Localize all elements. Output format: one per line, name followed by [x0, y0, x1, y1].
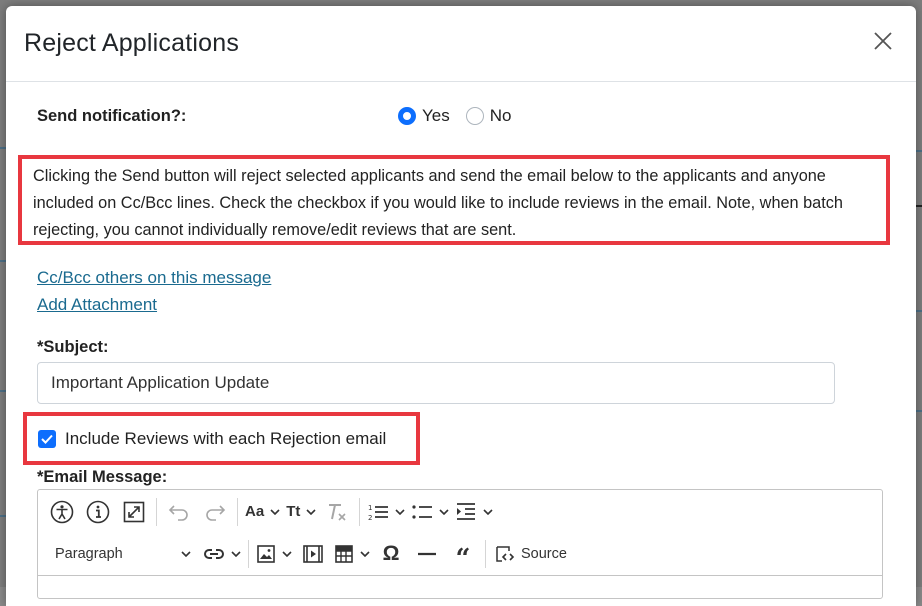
dialog-title: Reject Applications [24, 29, 240, 57]
toolbar-separator [237, 497, 238, 526]
media-icon [302, 544, 324, 564]
subject-input[interactable] [37, 362, 835, 404]
cc-bcc-link[interactable]: Cc/Bcc others on this message [37, 264, 271, 291]
close-icon [873, 31, 893, 56]
numbered-list-icon: 12 [367, 501, 389, 523]
info-icon [86, 500, 110, 524]
chevron-down-icon [181, 551, 191, 557]
source-button[interactable]: Source [493, 539, 567, 569]
source-label: Source [521, 546, 567, 562]
email-message-editor: Aa Tt 12 Paragraph Ω “ Source [37, 489, 883, 599]
svg-text:1: 1 [368, 504, 372, 512]
fullscreen-icon [122, 500, 146, 524]
bulleted-list-icon [411, 501, 433, 523]
chevron-down-icon [395, 508, 405, 515]
link-dropdown[interactable] [203, 539, 241, 569]
remove-format-button[interactable] [322, 497, 352, 527]
subject-label: *Subject: [37, 338, 109, 356]
notification-yes-label[interactable]: Yes [422, 106, 450, 126]
link-icon [203, 547, 225, 561]
message-links: Cc/Bcc others on this message Add Attach… [37, 264, 271, 318]
bulleted-list-dropdown[interactable] [411, 497, 449, 527]
font-family-icon: Aa [245, 503, 265, 520]
blockquote-button[interactable]: “ [448, 539, 478, 574]
chevron-down-icon [439, 508, 449, 515]
editor-toolbar-row-1: Aa Tt 12 [38, 490, 882, 533]
heading-select[interactable]: Paragraph [47, 539, 197, 569]
notification-no-label[interactable]: No [490, 106, 512, 126]
redo-button[interactable] [200, 497, 230, 527]
omega-icon: Ω [382, 542, 400, 565]
undo-icon [168, 503, 190, 521]
image-icon [256, 544, 276, 564]
media-button[interactable] [298, 539, 328, 569]
rejection-info-text: Clicking the Send button will reject sel… [18, 155, 890, 245]
numbered-list-dropdown[interactable]: 12 [367, 497, 405, 527]
svg-text:2: 2 [368, 514, 372, 522]
font-size-dropdown[interactable]: Tt [286, 497, 316, 527]
notification-yes-radio[interactable] [398, 107, 416, 125]
chevron-down-icon [306, 508, 316, 515]
special-character-button[interactable]: Ω [376, 539, 406, 569]
editor-toolbar-row-2: Paragraph Ω “ Source [38, 533, 882, 576]
dialog-header: Reject Applications [6, 6, 916, 82]
toolbar-separator [248, 540, 249, 568]
chevron-down-icon [483, 508, 493, 515]
accessibility-button[interactable] [47, 497, 77, 527]
send-notification-label: Send notification?: [37, 106, 187, 125]
chevron-down-icon [360, 551, 370, 557]
toolbar-separator [485, 540, 486, 568]
undo-button[interactable] [164, 497, 194, 527]
indent-dropdown[interactable] [455, 497, 493, 527]
indent-icon [455, 501, 477, 523]
add-attachment-link[interactable]: Add Attachment [37, 291, 271, 318]
font-family-dropdown[interactable]: Aa [245, 497, 280, 527]
notification-no-radio[interactable] [465, 107, 484, 125]
accessibility-icon [50, 500, 74, 524]
fullscreen-button[interactable] [119, 497, 149, 527]
close-button[interactable] [868, 29, 898, 59]
table-dropdown[interactable] [334, 539, 370, 569]
remove-format-icon [326, 501, 348, 523]
chevron-down-icon [282, 551, 292, 557]
help-button[interactable] [83, 497, 113, 527]
include-reviews-checkbox[interactable] [38, 429, 56, 448]
redo-icon [204, 503, 226, 521]
quote-icon: “ [455, 544, 471, 574]
chevron-down-icon [231, 551, 241, 557]
include-reviews-label[interactable]: Include Reviews with each Rejection emai… [65, 429, 386, 449]
toolbar-separator [359, 497, 361, 526]
font-size-icon: Tt [286, 503, 301, 520]
chevron-down-icon [270, 508, 280, 515]
heading-select-value: Paragraph [55, 546, 123, 562]
image-dropdown[interactable] [256, 539, 292, 569]
horizontal-line-icon [417, 551, 437, 557]
include-reviews-option: Include Reviews with each Rejection emai… [23, 412, 420, 465]
toolbar-separator [156, 497, 157, 526]
source-code-icon [493, 543, 515, 565]
email-message-label: *Email Message: [37, 468, 168, 486]
table-icon [334, 544, 354, 564]
horizontal-line-button[interactable] [412, 539, 442, 569]
send-notification-radio-group: Yes No [398, 106, 521, 126]
send-notification-row: Send notification?: Yes No [37, 106, 877, 126]
reject-applications-dialog: Reject Applications Send notification?: … [6, 6, 916, 606]
